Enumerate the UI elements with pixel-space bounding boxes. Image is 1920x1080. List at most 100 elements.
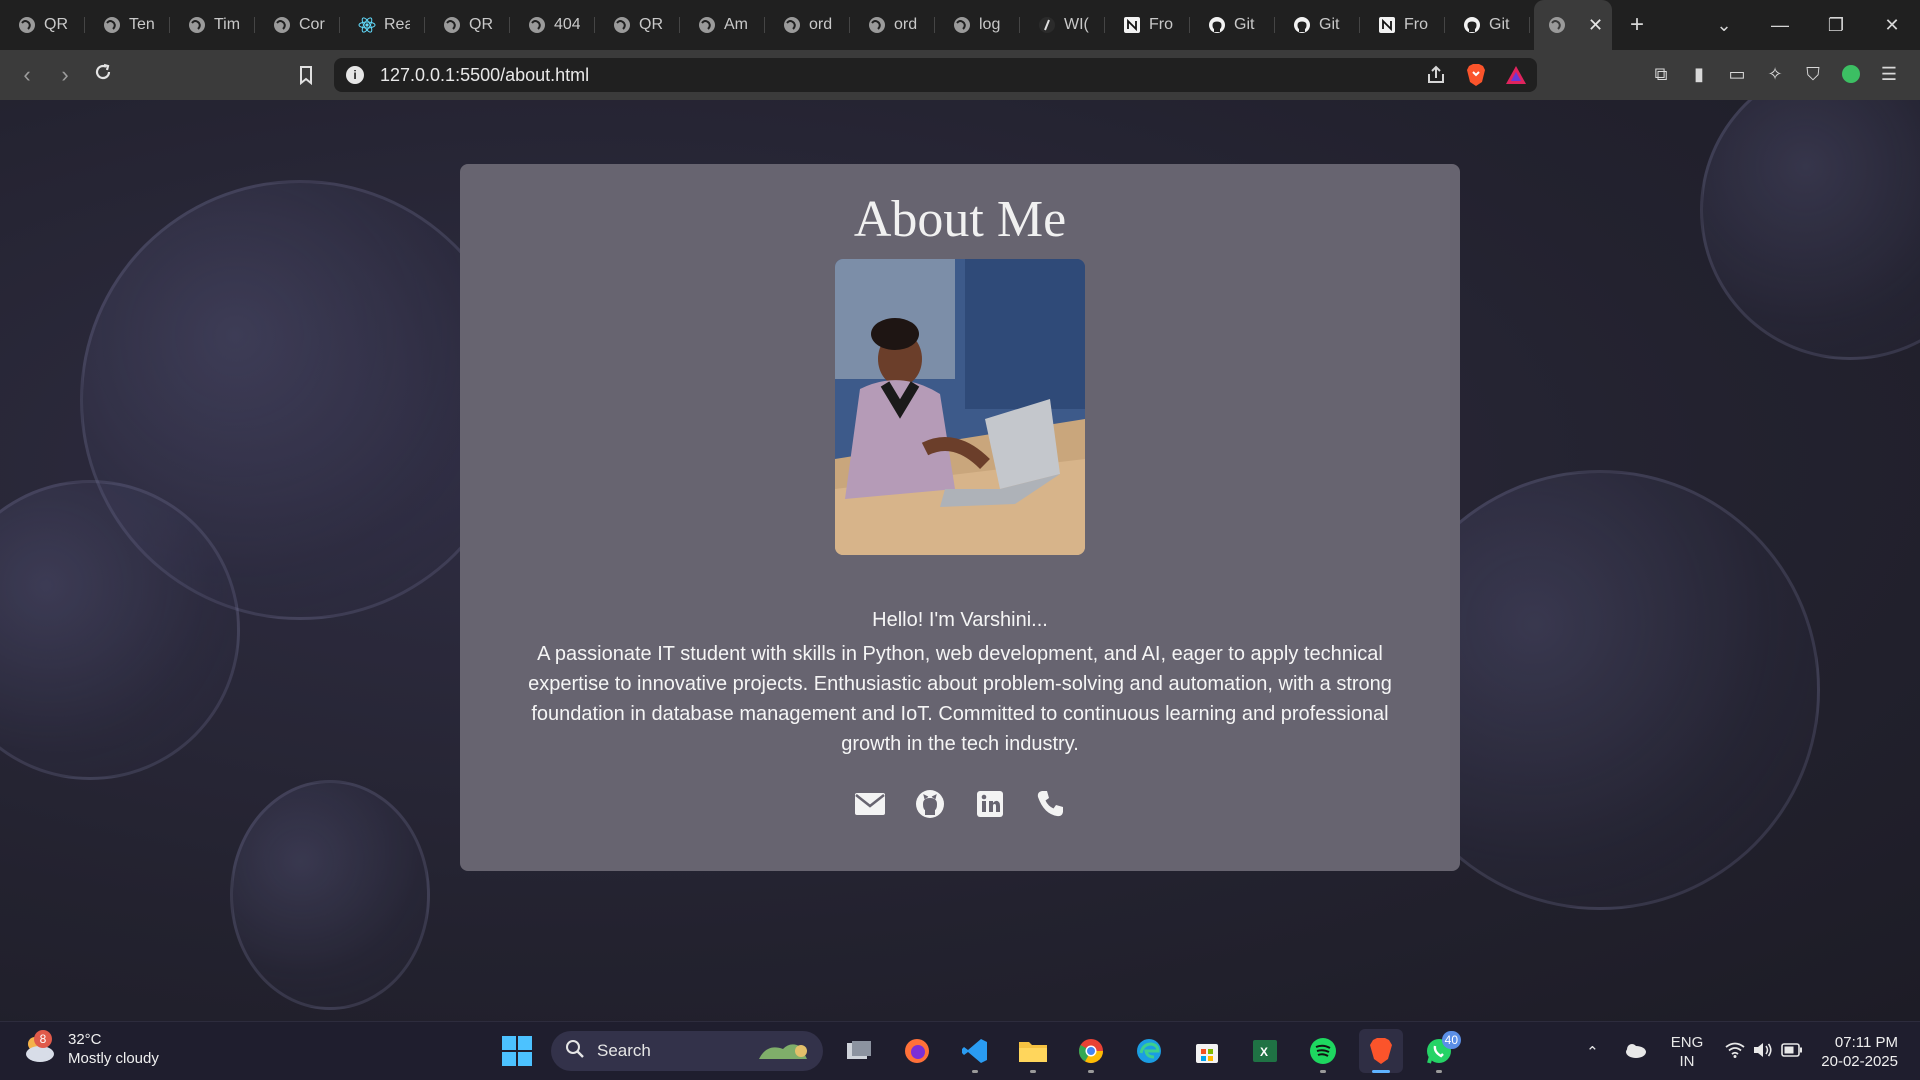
back-button[interactable]: ‹: [8, 62, 46, 88]
browser-tab[interactable]: 404: [510, 0, 595, 50]
weather-temp: 32°C: [68, 1031, 102, 1048]
brave-rewards-icon[interactable]: [1505, 64, 1527, 91]
browser-tab[interactable]: Git: [1190, 0, 1275, 50]
menu-icon[interactable]: ☰: [1878, 63, 1900, 85]
tab-title: Cor: [299, 16, 325, 33]
tab-title: Git: [1234, 16, 1255, 33]
battery-icon[interactable]: [1781, 1042, 1803, 1061]
bookmark-icon[interactable]: [293, 62, 319, 88]
spotify-icon[interactable]: [1301, 1029, 1345, 1073]
tab-title: Am: [724, 16, 748, 33]
search-placeholder: Search: [597, 1041, 651, 1060]
browser-tab[interactable]: log: [935, 0, 1020, 50]
browser-tab[interactable]: ord: [765, 0, 850, 50]
language-indicator[interactable]: ENG IN: [1671, 1033, 1704, 1071]
browser-tab[interactable]: ord: [850, 0, 935, 50]
tab-title: QR: [639, 16, 663, 33]
globe-icon: [103, 16, 121, 34]
active-indicator: [1372, 1070, 1390, 1073]
browser-tab[interactable]: Cor: [255, 0, 340, 50]
browser-tab[interactable]: Tim: [170, 0, 255, 50]
address-bar[interactable]: i 127.0.0.1:5500/about.html: [334, 58, 1537, 92]
notion-icon: [1123, 16, 1141, 34]
show-hidden-icons-chevron-icon[interactable]: ⌃: [1586, 1043, 1599, 1061]
active-tab[interactable]: ✕: [1534, 0, 1612, 50]
volume-icon[interactable]: [1753, 1042, 1773, 1062]
tab-title: ord: [809, 16, 833, 33]
globe-icon: [868, 16, 886, 34]
browser-tab[interactable]: Git: [1445, 0, 1530, 50]
brave-browser-icon[interactable]: [1359, 1029, 1403, 1073]
globe-icon: [783, 16, 801, 34]
wallet-icon[interactable]: ▭: [1726, 63, 1748, 85]
vscode-icon[interactable]: [953, 1029, 997, 1073]
region-label: IN: [1679, 1052, 1695, 1070]
phone-icon[interactable]: [1034, 788, 1066, 820]
tab-title: Fro: [1149, 16, 1173, 33]
browser-tab[interactable]: Fro: [1105, 0, 1190, 50]
language-label: ENG: [1670, 1033, 1704, 1051]
extensions-puzzle-icon[interactable]: ⧉: [1650, 63, 1672, 85]
linkedin-icon[interactable]: [974, 788, 1006, 820]
tab-list: QR Ten Tim Cor Rea QR 404 QR Am ord ord log WI(Fro Gi…: [0, 0, 1530, 50]
github-icon[interactable]: [914, 788, 946, 820]
windows-start-icon[interactable]: [497, 1029, 537, 1073]
vpn-icon[interactable]: ⛉: [1802, 63, 1824, 85]
browser-tab[interactable]: QR: [595, 0, 680, 50]
wifi-icon[interactable]: [1725, 1042, 1745, 1062]
browser-tab[interactable]: Fro: [1360, 0, 1445, 50]
browser-tab[interactable]: Ten: [85, 0, 170, 50]
tab-title: WI(: [1064, 16, 1089, 33]
search-icon: [565, 1039, 585, 1064]
close-window-button[interactable]: ✕: [1864, 15, 1920, 36]
browser-tab[interactable]: Git: [1275, 0, 1360, 50]
tab-title: Tim: [214, 16, 240, 33]
browser-tab[interactable]: WI(: [1020, 0, 1105, 50]
tab-title: log: [979, 16, 1001, 33]
profile-avatar[interactable]: [1840, 63, 1862, 85]
whatsapp-badge: 40: [1441, 1031, 1461, 1049]
onedrive-cloud-icon[interactable]: [1623, 1042, 1647, 1062]
browser-tab[interactable]: Rea: [340, 0, 425, 50]
greeting-text: Hello! I'm Varshini...: [872, 609, 1048, 631]
task-view-icon[interactable]: [837, 1029, 881, 1073]
taskbar-apps: Search X 40: [497, 1029, 1461, 1073]
clock[interactable]: 07:11 PM 20-02-2025: [1821, 1033, 1898, 1071]
file-explorer-icon[interactable]: [1011, 1029, 1055, 1073]
clock-date: 20-02-2025: [1821, 1052, 1898, 1070]
sidebar-icon[interactable]: ▮: [1688, 63, 1710, 85]
globe-icon: [18, 16, 36, 34]
weather-cloud-icon: 8: [22, 1030, 56, 1066]
microsoft-store-icon[interactable]: [1185, 1029, 1229, 1073]
github-icon: [1463, 16, 1481, 34]
tab-title: Rea: [384, 16, 410, 33]
tab-search-chevron-icon[interactable]: ⌄: [1696, 15, 1752, 36]
chrome-icon[interactable]: [1069, 1029, 1113, 1073]
globe-icon: [273, 16, 291, 34]
share-icon[interactable]: [1425, 64, 1447, 91]
browser-tab[interactable]: QR: [425, 0, 510, 50]
minimize-button[interactable]: —: [1752, 15, 1808, 36]
taskbar-search-box[interactable]: Search: [551, 1031, 823, 1071]
edge-icon[interactable]: [1127, 1029, 1171, 1073]
brave-shields-icon[interactable]: [1465, 63, 1487, 92]
github-icon: [1208, 16, 1226, 34]
new-tab-button[interactable]: +: [1630, 11, 1644, 39]
tab-title: Git: [1319, 16, 1340, 33]
browser-tab[interactable]: Am: [680, 0, 765, 50]
site-info-icon[interactable]: i: [346, 66, 364, 84]
url-text[interactable]: 127.0.0.1:5500/about.html: [380, 65, 589, 86]
close-tab-icon[interactable]: ✕: [1588, 15, 1603, 36]
social-links: [460, 788, 1460, 820]
excel-icon[interactable]: X: [1243, 1029, 1287, 1073]
forward-button[interactable]: ›: [46, 62, 84, 88]
page-viewport: About Me Hello! I'm Varshini... A passio…: [0, 100, 1920, 1021]
reload-button[interactable]: [84, 62, 122, 88]
whatsapp-icon[interactable]: 40: [1417, 1029, 1461, 1073]
envelope-icon[interactable]: [854, 788, 886, 820]
browser-tab[interactable]: QR: [0, 0, 85, 50]
firefox-icon[interactable]: [895, 1029, 939, 1073]
weather-widget[interactable]: 8 32°C Mostly cloudy: [22, 1030, 159, 1068]
restore-button[interactable]: ❐: [1808, 15, 1864, 36]
leo-ai-icon[interactable]: ✧: [1764, 63, 1786, 85]
